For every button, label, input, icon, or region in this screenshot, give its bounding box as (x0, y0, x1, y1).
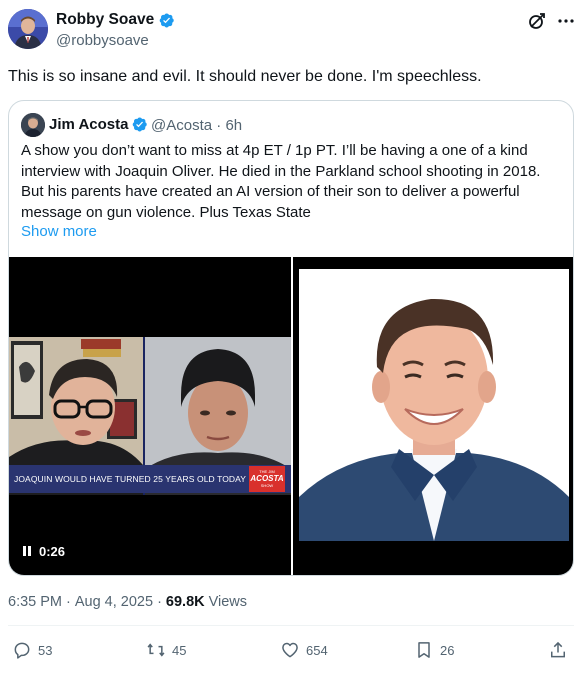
chyron-text: JOAQUIN WOULD HAVE TURNED 25 YEARS OLD T… (14, 474, 247, 484)
photo[interactable] (293, 257, 573, 575)
tweet-date[interactable]: Aug 4, 2025 (75, 594, 153, 610)
tweet-text: This is so insane and evil. It should ne… (8, 68, 482, 85)
reply-count: 53 (38, 642, 53, 658)
quoted-age[interactable]: 6h (225, 117, 242, 134)
show-logo: THE JIM ACOSTA SHOW (249, 466, 285, 492)
pause-icon[interactable] (23, 544, 33, 559)
photo-image (299, 269, 569, 541)
show-more-link[interactable]: Show more (21, 223, 97, 240)
action-bar: 53 45 654 26 (0, 640, 583, 670)
bookmark-button[interactable]: 26 (414, 640, 454, 660)
bookmark-icon (418, 642, 430, 658)
views-label: Views (208, 594, 248, 610)
author-name-text[interactable]: Robby Soave (56, 11, 154, 29)
show-logo-mid: ACOSTA (250, 474, 284, 483)
verified-badge-icon (133, 117, 148, 132)
repost-icon (147, 643, 165, 657)
author-avatar[interactable] (8, 9, 48, 49)
media-grid: JOAQUIN WOULD HAVE TURNED 25 YEARS OLD T… (9, 257, 573, 575)
tweet: Robby Soave @robbysoave This is so insan… (0, 0, 583, 678)
quoted-text: A show you don’t want to miss at 4p ET /… (21, 142, 541, 221)
video-player[interactable]: JOAQUIN WOULD HAVE TURNED 25 YEARS OLD T… (9, 257, 291, 575)
video-frame: JOAQUIN WOULD HAVE TURNED 25 YEARS OLD T… (9, 337, 291, 495)
more-options-icon[interactable] (556, 12, 576, 30)
quoted-author-name[interactable]: Jim Acosta (49, 116, 148, 133)
quoted-author-avatar[interactable] (21, 113, 45, 137)
show-logo-bot: SHOW (260, 483, 274, 488)
quoted-author-handle[interactable]: @Acosta (151, 117, 212, 134)
repost-button[interactable]: 45 (146, 640, 186, 660)
reply-icon (14, 642, 30, 659)
author-name[interactable]: Robby Soave (56, 11, 175, 29)
quoted-tweet[interactable]: Jim Acosta @Acosta · 6h A show you don’t… (8, 100, 574, 576)
like-button[interactable]: 654 (280, 640, 328, 660)
heart-icon (282, 642, 298, 658)
grok-icon[interactable] (527, 11, 547, 31)
tweet-timestamp: 6:35 PM · Aug 4, 2025 · 69.8K Views (8, 594, 247, 610)
views-count: 69.8K (165, 594, 205, 610)
quoted-meta: @Acosta · 6h (151, 117, 242, 134)
video-chyron: JOAQUIN WOULD HAVE TURNED 25 YEARS OLD T… (9, 465, 291, 493)
meta-separator: · (157, 594, 162, 610)
author-handle[interactable]: @robbysoave (56, 32, 149, 49)
video-controls[interactable]: 0:26 (23, 544, 65, 559)
video-time: 0:26 (39, 544, 66, 559)
share-button[interactable] (548, 640, 568, 660)
share-icon (551, 641, 565, 658)
meta-separator: · (66, 594, 71, 610)
bookmark-count: 26 (440, 642, 455, 658)
tweet-time[interactable]: 6:35 PM (8, 594, 62, 610)
divider (8, 625, 574, 626)
reply-button[interactable]: 53 (12, 640, 52, 660)
quoted-author-name-text[interactable]: Jim Acosta (49, 116, 128, 133)
meta-separator: · (216, 117, 222, 134)
like-count: 654 (306, 642, 328, 658)
verified-badge-icon (159, 13, 174, 27)
repost-count: 45 (172, 642, 187, 658)
